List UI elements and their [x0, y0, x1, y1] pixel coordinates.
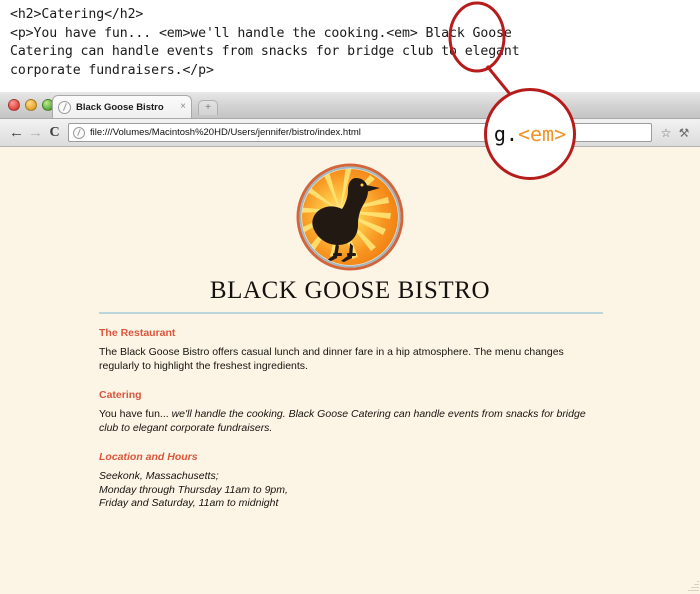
browser-toolbar: ← → C file:///Volumes/Macintosh%20HD/Use… — [0, 119, 700, 147]
section-heading-location: Location and Hours — [99, 451, 198, 463]
reload-icon[interactable]: C — [45, 125, 64, 140]
section-body-catering-emphasis: we'll handle the cooking. Black Goose Ca… — [99, 408, 586, 434]
section-body-catering: You have fun... we'll handle the cooking… — [99, 408, 599, 435]
callout-tag-text: <em> — [517, 122, 567, 146]
new-tab-button[interactable]: + — [198, 100, 218, 115]
section-body-location: Seekonk, Massachusetts; Monday through T… — [99, 470, 288, 509]
section-body-catering-plain: You have fun... — [99, 408, 172, 420]
browser-titlebar: Black Goose Bistro × + — [0, 92, 700, 119]
browser-window: Black Goose Bistro × + ← → C file:///Vol… — [0, 92, 700, 594]
globe-icon — [58, 100, 71, 114]
tab-title: Black Goose Bistro — [76, 101, 164, 113]
window-controls — [8, 99, 54, 111]
title-divider — [99, 312, 603, 314]
code-listing: <h2>Catering</h2> <p>You have fun... <em… — [0, 0, 700, 92]
page-content: BLACK GOOSE BISTRO The Restaurant The Bl… — [97, 147, 603, 511]
bookmark-star-icon[interactable]: ☆ — [657, 127, 675, 139]
close-icon[interactable]: × — [180, 102, 186, 112]
minimize-window-button[interactable] — [25, 99, 37, 111]
resize-grip[interactable] — [686, 580, 699, 593]
section-heading-catering: Catering — [99, 389, 142, 401]
bistro-logo-icon — [296, 163, 404, 271]
annotation-callout: g. <em> — [484, 88, 576, 180]
browser-tab[interactable]: Black Goose Bistro × — [52, 95, 192, 118]
section-body-restaurant: The Black Goose Bistro offers casual lun… — [99, 346, 599, 373]
page-viewport: BLACK GOOSE BISTRO The Restaurant The Bl… — [0, 147, 700, 594]
wrench-menu-icon[interactable]: ⚒ — [675, 127, 693, 139]
back-icon[interactable]: ← — [7, 125, 26, 140]
forward-icon[interactable]: → — [26, 125, 45, 140]
page-title: BLACK GOOSE BISTRO — [209, 277, 491, 304]
section-body-restaurant-plain: The Black Goose Bistro offers casual lun… — [99, 346, 564, 372]
callout-plain-text: g. — [493, 122, 518, 146]
address-bar-value: file:///Volumes/Macintosh%20HD/Users/jen… — [90, 127, 361, 138]
page-favicon-icon — [73, 126, 85, 139]
close-window-button[interactable] — [8, 99, 20, 111]
code-listing-text: <h2>Catering</h2> <p>You have fun... <em… — [10, 7, 520, 78]
section-heading-restaurant: The Restaurant — [99, 327, 176, 339]
